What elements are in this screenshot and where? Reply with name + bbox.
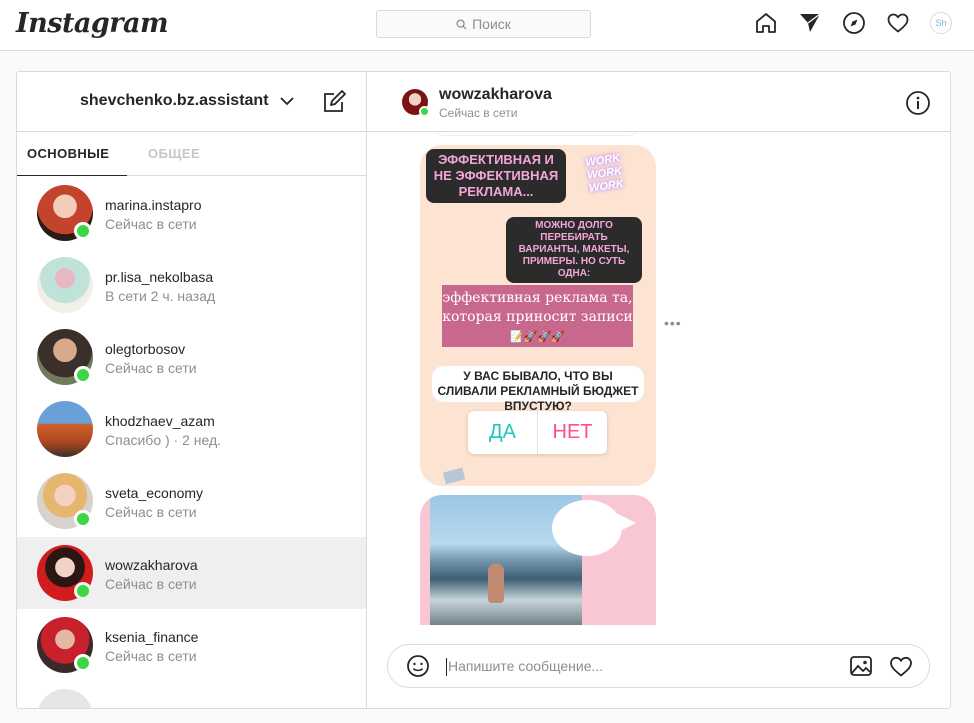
chat-header: wowzakharova Сейчас в сети — [367, 72, 950, 132]
conversation-item[interactable]: ksenia_finance Сейчас в сети — [17, 609, 366, 681]
heart-icon[interactable] — [888, 654, 914, 678]
info-icon[interactable] — [905, 90, 931, 116]
conversation-status: Сейчас в сети — [105, 576, 197, 592]
active-tab-indicator — [17, 175, 127, 176]
story-photo-person — [488, 563, 504, 603]
avatar — [37, 689, 93, 708]
conversation-username: pr.lisa_nekolbasa — [105, 269, 214, 285]
conversation-item[interactable]: olegtorbosov Сейчас в сети — [17, 321, 366, 393]
avatar — [37, 401, 93, 457]
search-input[interactable]: Поиск — [376, 10, 591, 38]
explore-compass-icon[interactable] — [842, 11, 866, 35]
poll-option-yes: ДА — [468, 411, 538, 454]
conversation-item[interactable]: sveta_economy Сейчас в сети — [17, 465, 366, 537]
conversation-status: Сейчас в сети — [105, 216, 197, 232]
play-icon — [616, 513, 636, 533]
conversation-status: В сети 2 ч. назад — [105, 288, 216, 304]
avatar — [37, 257, 93, 313]
story-corner-sticker — [442, 467, 466, 485]
sidebar-header: shevchenko.bz.assistant — [17, 72, 366, 132]
message-composer: Напишите сообщение... — [387, 644, 930, 688]
profile-avatar[interactable]: Sh — [930, 12, 952, 34]
online-indicator — [74, 366, 92, 384]
conversation-username: khodzhaev_azam — [105, 413, 215, 429]
conversation-status: Спасибо ) · 2 нед. — [105, 432, 222, 448]
conversation-item[interactable]: pr.lisa_nekolbasa В сети 2 ч. назад — [17, 249, 366, 321]
conversation-username: ksenia_finance — [105, 629, 199, 645]
conversation-username: marina.instapro — [105, 197, 202, 213]
new-message-icon[interactable] — [321, 89, 347, 115]
chat-panel: wowzakharova Сейчас в сети ЭФФЕКТИВНАЯ И… — [367, 72, 950, 708]
conversation-item[interactable] — [17, 681, 366, 708]
story-box-emojis: 📝🚀🚀🚀 — [510, 330, 565, 343]
story-poll: ДА НЕТ — [468, 411, 607, 454]
tab-primary[interactable]: ОСНОВНЫЕ — [27, 146, 109, 161]
chat-status: Сейчас в сети — [439, 106, 518, 120]
message-thread: ЭФФЕКТИВНАЯ И НЕ ЭФФЕКТИВНАЯ РЕКЛАМА... … — [367, 132, 950, 625]
online-indicator — [74, 654, 92, 672]
search-placeholder: Поиск — [472, 16, 511, 32]
conversation-item[interactable]: wowzakharova Сейчас в сети — [17, 537, 366, 609]
tab-general[interactable]: ОБЩЕЕ — [148, 146, 200, 161]
story-box-text: эффективная реклама та, которая приносит… — [442, 290, 633, 325]
story-pink-textbox: эффективная реклама та, которая приносит… — [442, 285, 633, 347]
conversations-sidebar: shevchenko.bz.assistant ОСНОВНЫЕ ОБЩЕЕ m… — [17, 72, 367, 708]
story-title-sticker: ЭФФЕКТИВНАЯ И НЕ ЭФФЕКТИВНАЯ РЕКЛАМА... — [426, 149, 566, 203]
conversation-username: olegtorbosov — [105, 341, 186, 357]
online-indicator — [419, 106, 430, 117]
activity-heart-icon[interactable] — [886, 11, 910, 35]
story-question: У ВАС БЫВАЛО, ЧТО ВЫ СЛИВАЛИ РЕКЛАМНЫЙ Б… — [432, 366, 644, 413]
message-more-options[interactable]: ••• — [664, 315, 682, 331]
account-name: shevchenko.bz.assistant — [80, 92, 269, 109]
conversation-username: wowzakharova — [105, 557, 198, 573]
emoji-icon[interactable] — [406, 654, 430, 678]
story-subtitle-sticker: МОЖНО ДОЛГО ПЕРЕБИРАТЬ ВАРИАНТЫ, МАКЕТЫ,… — [506, 217, 642, 283]
shared-story-message[interactable]: ЭФФЕКТИВНАЯ И НЕ ЭФФЕКТИВНАЯ РЕКЛАМА... … — [420, 145, 656, 486]
direct-inbox-container: shevchenko.bz.assistant ОСНОВНЫЕ ОБЩЕЕ m… — [16, 71, 951, 709]
search-icon — [456, 18, 467, 30]
online-indicator — [74, 510, 92, 528]
chat-username[interactable]: wowzakharova — [439, 86, 552, 104]
work-sticker: WORK WORK WORK — [584, 152, 625, 195]
message-input[interactable]: Напишите сообщение... — [448, 658, 603, 674]
text-caret — [446, 658, 447, 676]
direct-send-icon[interactable] — [798, 11, 822, 35]
conversation-status: Сейчас в сети — [105, 648, 197, 664]
online-indicator — [74, 222, 92, 240]
chevron-down-icon — [279, 97, 294, 106]
shared-story-message[interactable] — [420, 495, 656, 625]
conversation-item[interactable]: khodzhaev_azam Спасибо ) · 2 нед. — [17, 393, 366, 465]
conversation-item[interactable]: marina.instapro Сейчас в сети — [17, 177, 366, 249]
conversation-username: sveta_economy — [105, 485, 204, 501]
inbox-tabs: ОСНОВНЫЕ ОБЩЕЕ — [17, 132, 366, 176]
account-switcher[interactable]: shevchenko.bz.assistant — [80, 92, 295, 110]
nav-icons-group: Sh — [754, 11, 952, 35]
conversation-list: marina.instapro Сейчас в сети pr.lisa_ne… — [17, 177, 366, 708]
conversation-status: Сейчас в сети — [105, 504, 197, 520]
top-navigation-bar: Instagram Поиск Sh — [0, 0, 974, 51]
story-white-bubble — [552, 500, 622, 556]
previous-message-bubble — [429, 132, 643, 136]
home-icon[interactable] — [754, 11, 778, 35]
instagram-logo[interactable]: Instagram — [16, 8, 169, 39]
online-indicator — [74, 582, 92, 600]
poll-option-no: НЕТ — [552, 421, 593, 443]
conversation-status: Сейчас в сети — [105, 360, 197, 376]
image-icon[interactable] — [849, 654, 873, 678]
